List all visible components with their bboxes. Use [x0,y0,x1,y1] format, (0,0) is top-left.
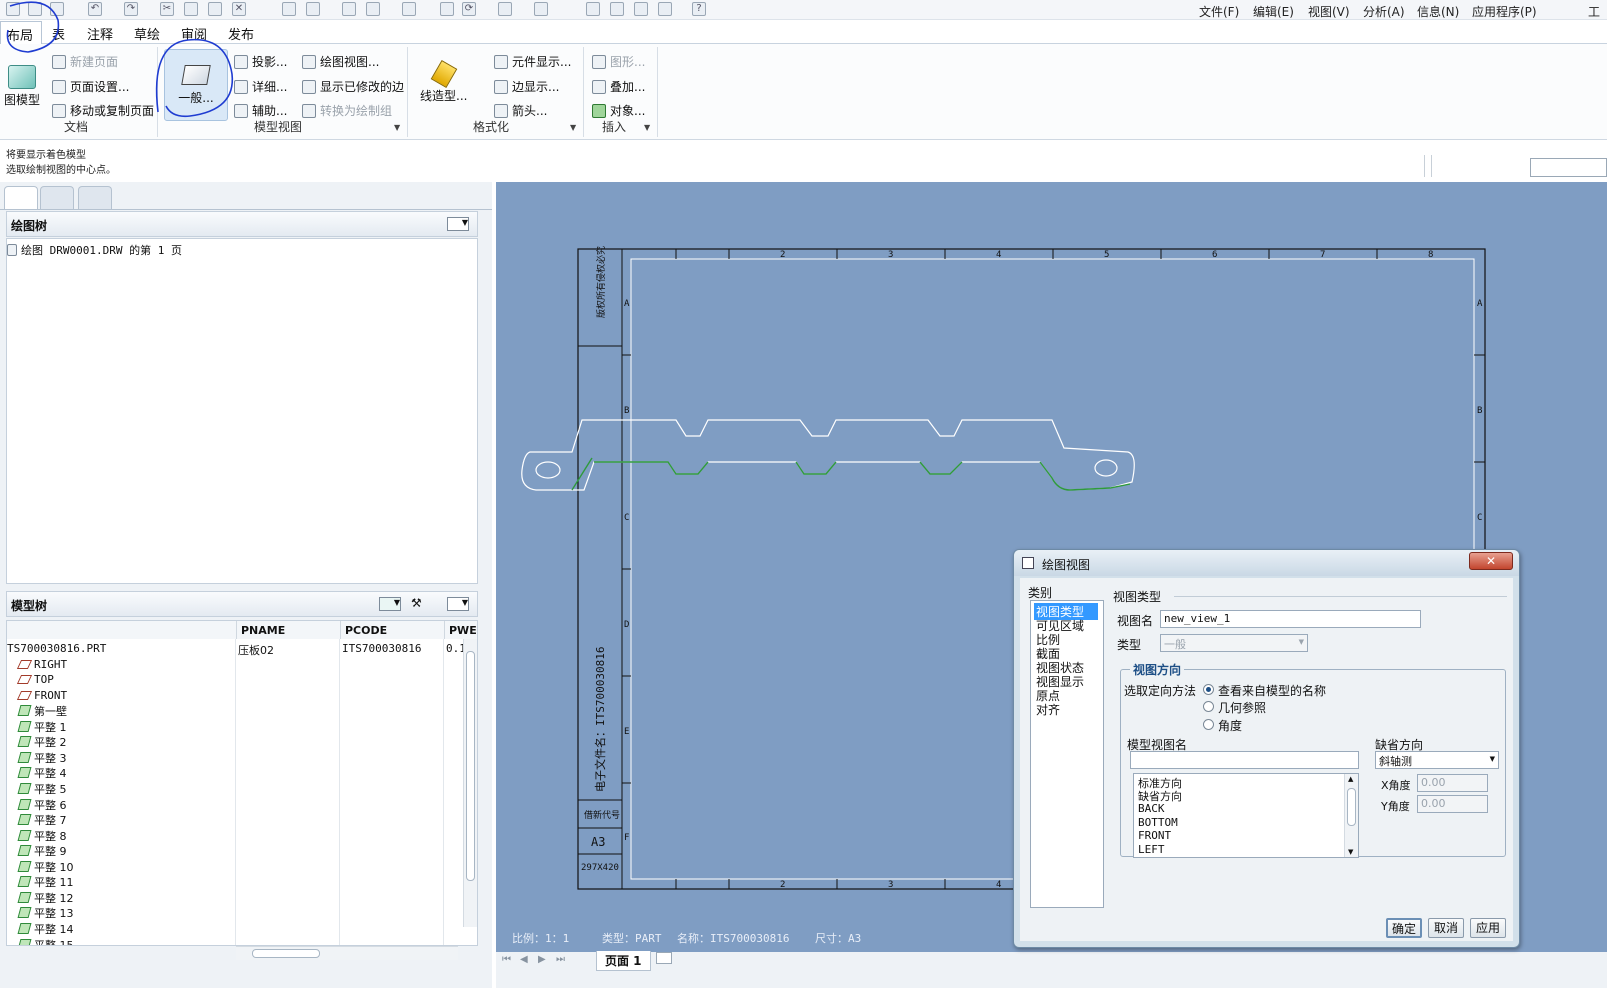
sheet-size-text: A3 [591,835,605,849]
scroll-up-icon[interactable]: ▲ [1348,775,1353,783]
zone-number: 8 [1428,250,1433,260]
model-view-name-input[interactable] [1130,751,1359,769]
zone-number: 6 [1212,250,1217,260]
type-select[interactable]: 一般 ▼ [1160,634,1308,652]
default-orientation-select[interactable]: 斜轴测 ▼ [1375,751,1499,769]
y-angle-input[interactable]: 0.00 [1417,795,1488,813]
zone-number: 2 [780,880,785,890]
zone-letter: E [624,727,629,737]
zone-letter: C [1477,513,1482,523]
zone-number: 2 [780,250,785,260]
dialog-title: 绘图视图 [1042,558,1091,572]
zone-letter: D [624,620,629,630]
prev-page-icon[interactable]: ◀ [520,954,528,965]
radio-geometry-ref[interactable] [1203,701,1214,712]
radio-angle[interactable] [1203,719,1214,730]
copyright-text: 版权所有侵权必究 [595,246,607,318]
new-page-tab-icon[interactable] [656,952,672,964]
part-edge-green [571,457,1131,491]
zone-letter: C [624,513,629,523]
zone-letter: A [624,299,630,309]
category-alignment[interactable]: 对齐 [1034,701,1062,718]
cancel-button[interactable]: 取消 [1428,918,1464,938]
zone-number: 4 [996,880,1001,890]
zone-number: 5 [1104,250,1109,260]
section-divider [1174,596,1507,597]
dialog-titlebar[interactable]: 绘图视图 ✕ [1014,550,1519,576]
view-list-item[interactable]: BACK [1138,802,1165,815]
category-label: 类别 [1028,586,1053,600]
orientation-group-title: 视图方向 [1130,661,1185,678]
zone-number: 7 [1320,250,1325,260]
model-view-list: 标准方向 缺省方向 BACK BOTTOM FRONT LEFT ▲ ▼ [1133,773,1359,858]
y-angle-label: Y角度 [1381,800,1410,813]
method-angle-label: 角度 [1218,719,1243,733]
zone-number: 4 [996,250,1001,260]
view-list-item[interactable]: BOTTOM [1138,816,1178,829]
zone-number: 3 [888,250,893,260]
type-select-value: 一般 [1164,638,1186,651]
list-scrollbar[interactable]: ▲ ▼ [1344,774,1358,857]
annotation-circle-general [155,38,234,118]
list-scrollbar-thumb[interactable] [1347,788,1356,826]
first-page-icon[interactable]: ⏮ [502,954,511,965]
view-name-label: 视图名 [1117,614,1154,628]
last-page-icon[interactable]: ⏭ [556,954,565,965]
zone-letter: F [624,833,629,843]
next-page-icon[interactable]: ▶ [538,954,546,965]
status-name: 名称：ITS700030816 [677,932,790,945]
x-angle-input[interactable]: 0.00 [1417,774,1488,792]
chevron-down-icon: ▼ [1489,755,1495,763]
zone-letter: B [624,406,629,416]
status-size: 尺寸：A3 [815,932,862,945]
method-geometry-label: 几何参照 [1218,701,1267,715]
zone-letter: B [1477,406,1482,416]
view-list-item[interactable]: FRONT [1138,829,1171,842]
chevron-down-icon: ▼ [1298,638,1304,646]
dialog-content: 类别 视图类型 可见区域 比例 截面 视图状态 视图显示 原点 对齐 视图类型 … [1020,578,1513,941]
sheet-dimensions-text: 297X420 [581,863,619,873]
method-label: 选取定向方法 [1124,684,1197,698]
close-button[interactable]: ✕ [1469,552,1513,570]
category-list: 视图类型 可见区域 比例 截面 视图状态 视图显示 原点 对齐 [1030,600,1104,908]
status-type: 类型：PART [602,932,662,945]
part-preview [521,419,1135,491]
zone-number: 3 [888,880,893,890]
x-angle-label: X角度 [1381,779,1411,792]
status-scale: 比例：1：1 [512,932,570,945]
type-label: 类型 [1117,638,1142,652]
default-orientation-value: 斜轴测 [1379,755,1412,768]
view-name-input[interactable]: new_view_1 [1160,610,1421,628]
ok-button[interactable]: 确定 [1386,918,1422,938]
file-name-text: 电子文件名：ITS700030816 [593,647,607,792]
code-label: 借新代号 [584,809,620,821]
method-model-name-label: 查看来自模型的名称 [1218,684,1327,698]
radio-model-name[interactable] [1203,684,1214,695]
scroll-down-icon[interactable]: ▼ [1348,848,1353,856]
view-list-item[interactable]: LEFT [1138,843,1165,856]
dialog-app-icon [1022,557,1034,569]
drawing-view-dialog: 绘图视图 ✕ 类别 视图类型 可见区域 比例 截面 视图状态 视图显示 原点 对… [1013,549,1520,948]
annotation-circle-tab [6,1,60,53]
page-tab-1[interactable]: 页面 1 [596,951,651,971]
zone-letter: A [1477,299,1483,309]
apply-button[interactable]: 应用 [1470,918,1506,938]
page-tabs-bar: ⏮ ◀ ▶ ⏭ 页面 1 [496,951,1607,988]
section-title: 视图类型 [1113,590,1162,604]
